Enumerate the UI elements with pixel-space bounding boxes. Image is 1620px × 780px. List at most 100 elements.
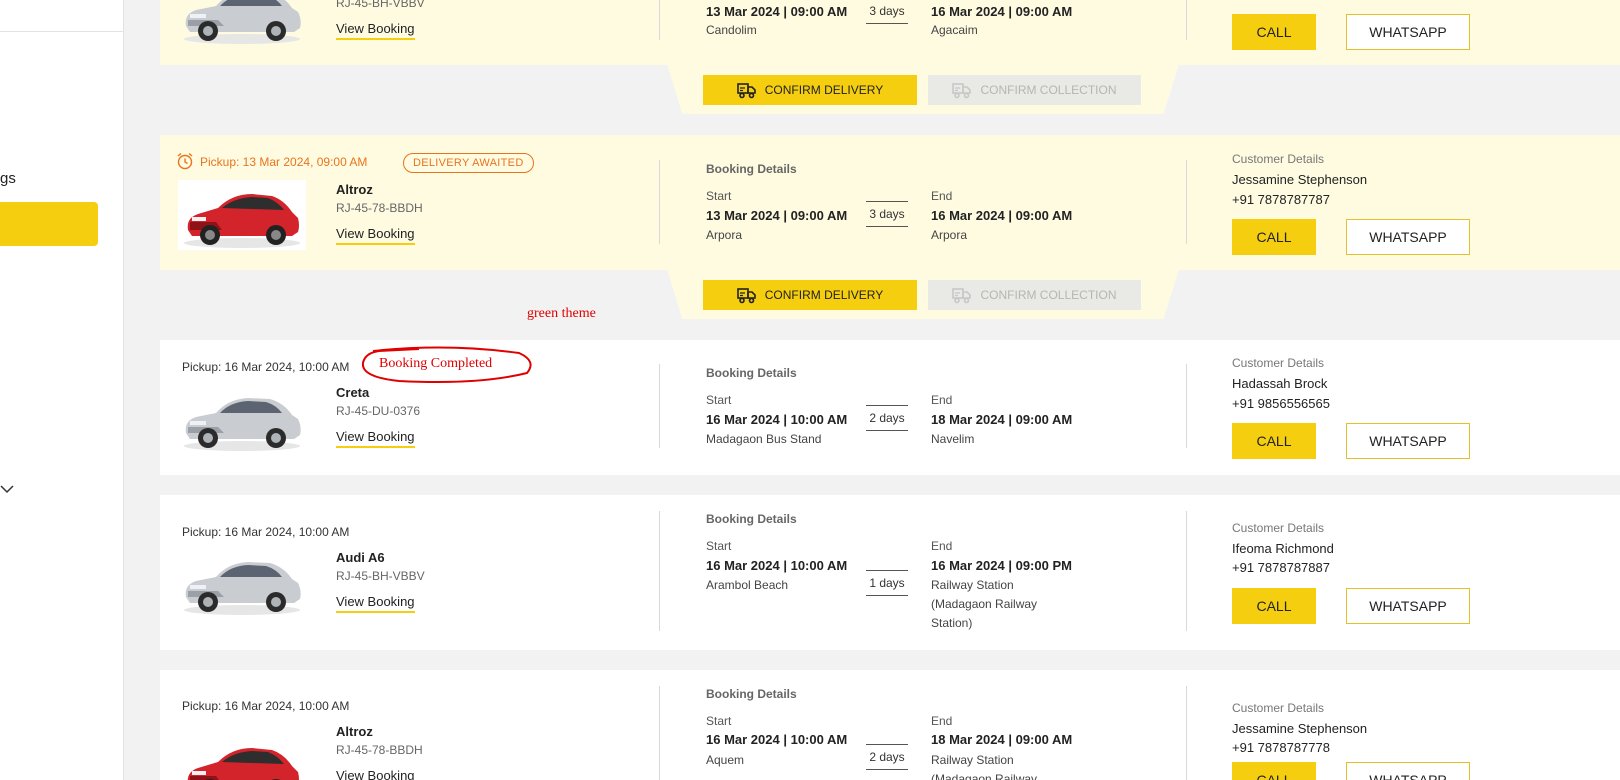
booking-card: Pickup: 16 Mar 2024, 10:00 AM Altroz RJ-… [160, 670, 1620, 780]
view-booking-link[interactable]: View Booking [336, 226, 415, 245]
confirm-collection-button: CONFIRM COLLECTION [928, 75, 1141, 105]
sidebar: gs [0, 0, 124, 780]
confirm-delivery-label: CONFIRM DELIVERY [764, 83, 884, 97]
end-label: End [931, 539, 953, 553]
collection-icon [952, 286, 972, 304]
call-button[interactable]: CALL [1232, 219, 1316, 255]
car-image [178, 734, 306, 780]
car-registration: RJ-45-DU-0376 [336, 404, 421, 418]
customer-details-title: Customer Details [1232, 701, 1325, 715]
start-location: Aquem [706, 753, 745, 767]
car-name: Altroz [336, 182, 373, 197]
customer-name: Hadassah Brock [1232, 376, 1328, 391]
annotation-green-theme: green theme [527, 306, 596, 321]
start-location: Madagaon Bus Stand [706, 432, 822, 446]
end-location: Agacaim [931, 23, 978, 37]
start-datetime: 16 Mar 2024 | 10:00 AM [706, 732, 848, 747]
view-booking-link[interactable]: View Booking [336, 768, 415, 780]
customer-details-title: Customer Details [1232, 356, 1325, 370]
sidebar-active-item[interactable] [0, 202, 98, 246]
customer-phone: +91 7878787887 [1232, 560, 1330, 575]
whatsapp-button[interactable]: WHATSAPP [1346, 423, 1470, 459]
call-button[interactable]: CALL [1232, 14, 1316, 50]
car-image [178, 547, 306, 617]
car-name: Creta [336, 385, 370, 400]
confirm-collection-button: CONFIRM COLLECTION [928, 280, 1141, 310]
car-registration: RJ-45-BH-VBBV [336, 0, 425, 10]
end-datetime: 16 Mar 2024 | 09:00 AM [931, 208, 1073, 223]
end-datetime: 18 Mar 2024 | 09:00 AM [931, 732, 1073, 747]
start-location: Candolim [706, 23, 757, 37]
start-location: Arambol Beach [706, 578, 789, 592]
pickup-time: Pickup: 16 Mar 2024, 10:00 AM [182, 360, 350, 374]
booking-card: Pickup: 13 Mar 2024, 09:00 AM DELIVERY A… [160, 135, 1620, 270]
start-datetime: 13 Mar 2024 | 09:00 AM [706, 4, 848, 19]
start-datetime: 13 Mar 2024 | 09:00 AM [706, 208, 848, 223]
end-datetime: 18 Mar 2024 | 09:00 AM [931, 412, 1073, 427]
duration: 2 days [866, 744, 908, 770]
pickup-time: Pickup: 16 Mar 2024, 10:00 AM [182, 699, 350, 713]
divider [659, 511, 660, 631]
divider [659, 160, 660, 244]
start-label: Start [706, 393, 732, 407]
customer-phone: +91 7878787778 [1232, 740, 1330, 755]
view-booking-link[interactable]: View Booking [336, 21, 415, 40]
booking-card: RJ-45-BH-VBBV View Booking 13 Mar 2024 |… [160, 0, 1620, 65]
start-datetime: 16 Mar 2024 | 10:00 AM [706, 558, 848, 573]
divider [1186, 511, 1187, 631]
divider [1186, 364, 1187, 448]
booking-details-title: Booking Details [706, 512, 797, 526]
car-image [178, 383, 306, 453]
duration: 2 days [866, 405, 908, 431]
divider [1186, 0, 1187, 40]
divider [659, 364, 660, 448]
car-name: Audi A6 [336, 550, 385, 565]
end-location: Arpora [931, 228, 968, 242]
view-booking-link[interactable]: View Booking [336, 594, 415, 613]
booking-details-title: Booking Details [706, 687, 797, 701]
status-badge: DELIVERY AWAITED [403, 153, 534, 173]
start-label: Start [706, 539, 732, 553]
whatsapp-button[interactable]: WHATSAPP [1346, 588, 1470, 624]
car-image [178, 180, 306, 250]
call-button[interactable]: CALL [1232, 762, 1316, 780]
pickup-time: Pickup: 13 Mar 2024, 09:00 AM [200, 155, 368, 169]
end-label: End [931, 189, 953, 203]
car-image [178, 0, 306, 46]
end-location: Railway Station (Madagaon Railway Statio… [931, 578, 1038, 630]
whatsapp-button[interactable]: WHATSAPP [1346, 762, 1470, 780]
car-name: Altroz [336, 724, 373, 739]
confirm-delivery-button[interactable]: CONFIRM DELIVERY [703, 75, 917, 105]
confirm-delivery-label: CONFIRM DELIVERY [764, 288, 884, 302]
start-location: Arpora [706, 228, 743, 242]
call-button[interactable]: CALL [1232, 588, 1316, 624]
end-location: Railway Station (Madagaon Railway [931, 753, 1038, 780]
customer-phone: +91 9856556565 [1232, 396, 1330, 411]
whatsapp-button[interactable]: WHATSAPP [1346, 219, 1470, 255]
call-button[interactable]: CALL [1232, 423, 1316, 459]
delivery-icon [737, 286, 757, 304]
duration: 3 days [866, 201, 908, 227]
start-datetime: 16 Mar 2024 | 10:00 AM [706, 412, 848, 427]
pickup-time: Pickup: 16 Mar 2024, 10:00 AM [182, 525, 350, 539]
confirm-delivery-button[interactable]: CONFIRM DELIVERY [703, 280, 917, 310]
end-location: Navelim [931, 432, 975, 446]
annotation-booking-completed: Booking Completed [379, 356, 493, 371]
chevron-down-icon[interactable] [0, 482, 14, 496]
view-booking-link[interactable]: View Booking [336, 429, 415, 448]
collection-icon [952, 81, 972, 99]
divider [659, 0, 660, 40]
car-registration: RJ-45-78-BBDH [336, 743, 423, 757]
clock-icon [177, 152, 193, 170]
end-label: End [931, 393, 953, 407]
end-datetime: 16 Mar 2024 | 09:00 AM [931, 4, 1073, 19]
car-registration: RJ-45-BH-VBBV [336, 569, 425, 583]
sidebar-item-label[interactable]: gs [0, 170, 16, 187]
divider [659, 686, 660, 780]
end-label: End [931, 714, 953, 728]
customer-phone: +91 7878787787 [1232, 192, 1330, 207]
duration: 1 days [866, 570, 908, 596]
whatsapp-button[interactable]: WHATSAPP [1346, 14, 1470, 50]
divider [1186, 160, 1187, 244]
sidebar-divider [0, 31, 124, 32]
